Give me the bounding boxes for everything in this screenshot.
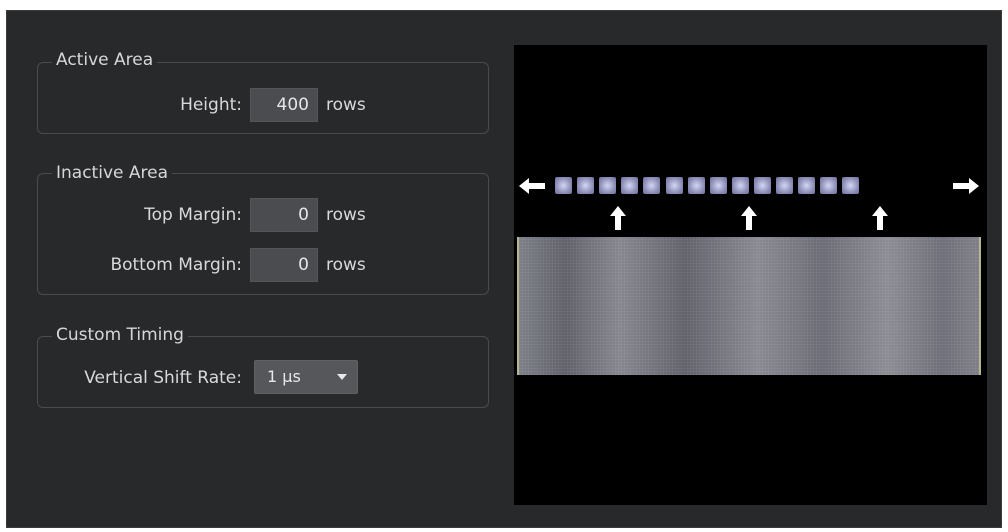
readout-pixel (643, 177, 660, 194)
arrow-right-icon (953, 178, 979, 194)
vertical-shift-rate-dropdown[interactable]: 1 µs (254, 360, 358, 394)
vertical-shift-rate-value: 1 µs (267, 367, 301, 386)
readout-pixel (577, 177, 594, 194)
readout-pixel (754, 177, 771, 194)
height-unit: rows (326, 95, 366, 115)
arrow-up-icon (741, 206, 757, 230)
height-input[interactable] (250, 88, 318, 122)
active-sensor-area (517, 237, 981, 375)
bottom-margin-input[interactable] (250, 248, 318, 282)
window-frame: Active Area Height: rows Inactive Area T… (0, 0, 1008, 532)
active-area-title: Active Area (52, 50, 158, 70)
readout-pixel (842, 177, 859, 194)
top-margin-unit: rows (326, 205, 366, 225)
bottom-margin-unit: rows (326, 255, 366, 275)
readout-pixel (776, 177, 793, 194)
top-margin-input[interactable] (250, 198, 318, 232)
readout-pixel (732, 177, 749, 194)
arrow-up-icon (610, 206, 626, 230)
chevron-down-icon (337, 374, 347, 380)
height-label: Height: (180, 95, 242, 115)
readout-pixel (798, 177, 815, 194)
bottom-margin-label: Bottom Margin: (110, 255, 242, 275)
readout-pixel (710, 177, 727, 194)
inactive-area-title: Inactive Area (52, 163, 172, 183)
top-margin-label: Top Margin: (144, 205, 242, 225)
arrow-up-icon (872, 206, 888, 230)
readout-pixel (666, 177, 683, 194)
readout-pixel (555, 177, 572, 194)
readout-pixel (621, 177, 638, 194)
custom-timing-title: Custom Timing (52, 325, 188, 345)
readout-pixel (820, 177, 837, 194)
readout-pixel (688, 177, 705, 194)
readout-pixel (599, 177, 616, 194)
vertical-shift-rate-label: Vertical Shift Rate: (84, 368, 242, 388)
arrow-left-icon (519, 178, 545, 194)
